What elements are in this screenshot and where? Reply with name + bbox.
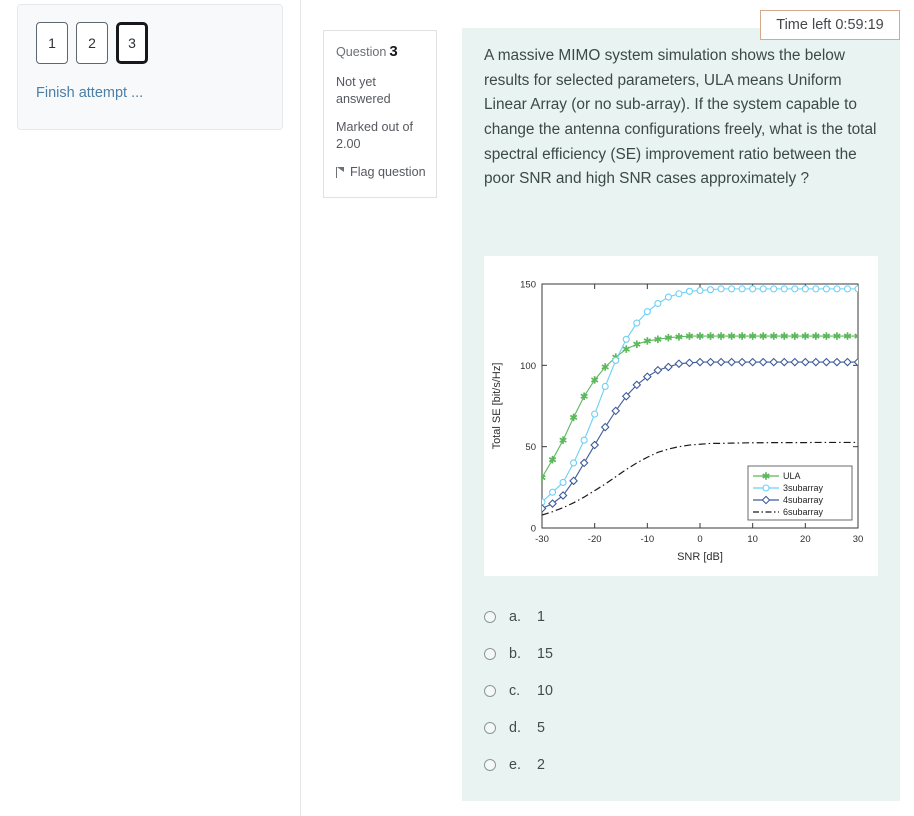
data-point bbox=[602, 383, 608, 389]
question-number-heading: Question3 bbox=[336, 42, 424, 62]
question-status: Not yet answered bbox=[336, 74, 424, 107]
radio-button[interactable] bbox=[484, 722, 496, 734]
data-point bbox=[855, 286, 861, 292]
x-tick-label: -20 bbox=[588, 534, 602, 545]
data-point bbox=[760, 286, 766, 292]
data-point bbox=[697, 288, 703, 294]
data-point bbox=[750, 286, 756, 292]
option-value: 1 bbox=[537, 609, 545, 625]
question-marks: Marked out of 2.00 bbox=[336, 119, 424, 152]
option-value: 5 bbox=[537, 720, 545, 736]
question-number-box-3[interactable]: 3 bbox=[116, 22, 148, 64]
option-value: 15 bbox=[537, 646, 553, 662]
data-point bbox=[665, 294, 671, 300]
se-vs-snr-chart: -30 -20 -10 0 10 20 30 0 50 100 150 SNR [dB] Total S… bbox=[484, 256, 878, 576]
data-point bbox=[813, 286, 819, 292]
legend-label: 3subarray bbox=[783, 483, 824, 493]
question-number-box-2[interactable]: 2 bbox=[76, 22, 108, 64]
option-letter: c. bbox=[509, 683, 537, 699]
legend-marker bbox=[763, 485, 769, 491]
question-text: A massive MIMO system simulation shows t… bbox=[484, 44, 880, 192]
x-tick-label: 20 bbox=[800, 534, 811, 545]
chart-figure: -30 -20 -10 0 10 20 30 0 50 100 150 SNR [dB] Total S… bbox=[484, 256, 878, 576]
data-point bbox=[781, 286, 787, 292]
data-point bbox=[844, 286, 850, 292]
answer-option-d[interactable]: d.5 bbox=[484, 709, 864, 746]
answer-options-list: a.1b.15c.10d.5e.2 bbox=[484, 598, 864, 783]
data-point bbox=[792, 286, 798, 292]
data-point bbox=[550, 489, 556, 495]
data-point bbox=[634, 320, 640, 326]
question-info-box: Question3 Not yet answered Marked out of… bbox=[323, 30, 437, 198]
x-tick-label: 30 bbox=[853, 534, 864, 545]
quiz-navigation-column: 123 Finish attempt ... bbox=[0, 0, 300, 816]
data-point bbox=[729, 286, 735, 292]
data-point bbox=[802, 286, 808, 292]
question-number: 3 bbox=[389, 43, 397, 60]
data-point bbox=[581, 437, 587, 443]
data-point bbox=[739, 286, 745, 292]
legend-label: ULA bbox=[783, 471, 801, 481]
question-word: Question bbox=[336, 45, 386, 59]
data-point bbox=[560, 479, 566, 485]
flag-question-button[interactable]: Flag question bbox=[336, 164, 424, 181]
flag-question-label: Flag question bbox=[350, 164, 426, 181]
option-value: 10 bbox=[537, 683, 553, 699]
data-point bbox=[592, 411, 598, 417]
option-value: 2 bbox=[537, 757, 545, 773]
radio-button[interactable] bbox=[484, 648, 496, 660]
x-tick-label: 10 bbox=[747, 534, 758, 545]
data-point bbox=[655, 301, 661, 307]
y-axis-label: Total SE [bit/s/Hz] bbox=[491, 363, 503, 450]
data-point bbox=[823, 286, 829, 292]
x-tick-label: -30 bbox=[535, 534, 549, 545]
finish-attempt-link[interactable]: Finish attempt ... bbox=[36, 85, 143, 101]
option-letter: d. bbox=[509, 720, 537, 736]
data-point bbox=[613, 357, 619, 363]
time-left-badge: Time left 0:59:19 bbox=[760, 10, 900, 40]
radio-button[interactable] bbox=[484, 685, 496, 697]
x-tick-label: -10 bbox=[640, 534, 654, 545]
data-point bbox=[623, 336, 629, 342]
answer-option-c[interactable]: c.10 bbox=[484, 672, 864, 709]
radio-button[interactable] bbox=[484, 611, 496, 623]
page-root: 123 Finish attempt ... Time left 0:59:19… bbox=[0, 0, 914, 816]
x-tick-label: 0 bbox=[697, 534, 702, 545]
data-point bbox=[771, 286, 777, 292]
y-tick-label: 0 bbox=[531, 524, 536, 535]
answer-option-b[interactable]: b.15 bbox=[484, 635, 864, 672]
legend-label: 4subarray bbox=[783, 495, 824, 505]
option-letter: a. bbox=[509, 609, 537, 625]
option-letter: e. bbox=[509, 757, 537, 773]
question-number-box-1[interactable]: 1 bbox=[36, 22, 68, 64]
y-tick-label: 100 bbox=[520, 361, 536, 372]
question-number-list: 123 bbox=[36, 22, 148, 64]
data-point bbox=[571, 460, 577, 466]
data-point bbox=[644, 309, 650, 315]
data-point bbox=[708, 287, 714, 293]
data-point bbox=[834, 286, 840, 292]
quiz-navigation-panel: 123 Finish attempt ... bbox=[17, 4, 283, 130]
legend-label: 6subarray bbox=[783, 507, 824, 517]
answer-option-a[interactable]: a.1 bbox=[484, 598, 864, 635]
answer-option-e[interactable]: e.2 bbox=[484, 746, 864, 783]
data-point bbox=[676, 291, 682, 297]
data-point bbox=[686, 288, 692, 294]
x-axis-label: SNR [dB] bbox=[677, 551, 723, 563]
flag-icon bbox=[336, 167, 345, 178]
radio-button[interactable] bbox=[484, 759, 496, 771]
y-tick-label: 50 bbox=[525, 442, 536, 453]
data-point bbox=[763, 485, 769, 491]
chart-plot-area: -30 -20 -10 0 10 20 30 0 50 100 150 SNR [dB] Total S… bbox=[484, 256, 878, 576]
data-point bbox=[718, 286, 724, 292]
option-letter: b. bbox=[509, 646, 537, 662]
column-divider bbox=[300, 0, 301, 816]
data-point bbox=[539, 499, 545, 505]
y-tick-label: 150 bbox=[520, 280, 536, 291]
